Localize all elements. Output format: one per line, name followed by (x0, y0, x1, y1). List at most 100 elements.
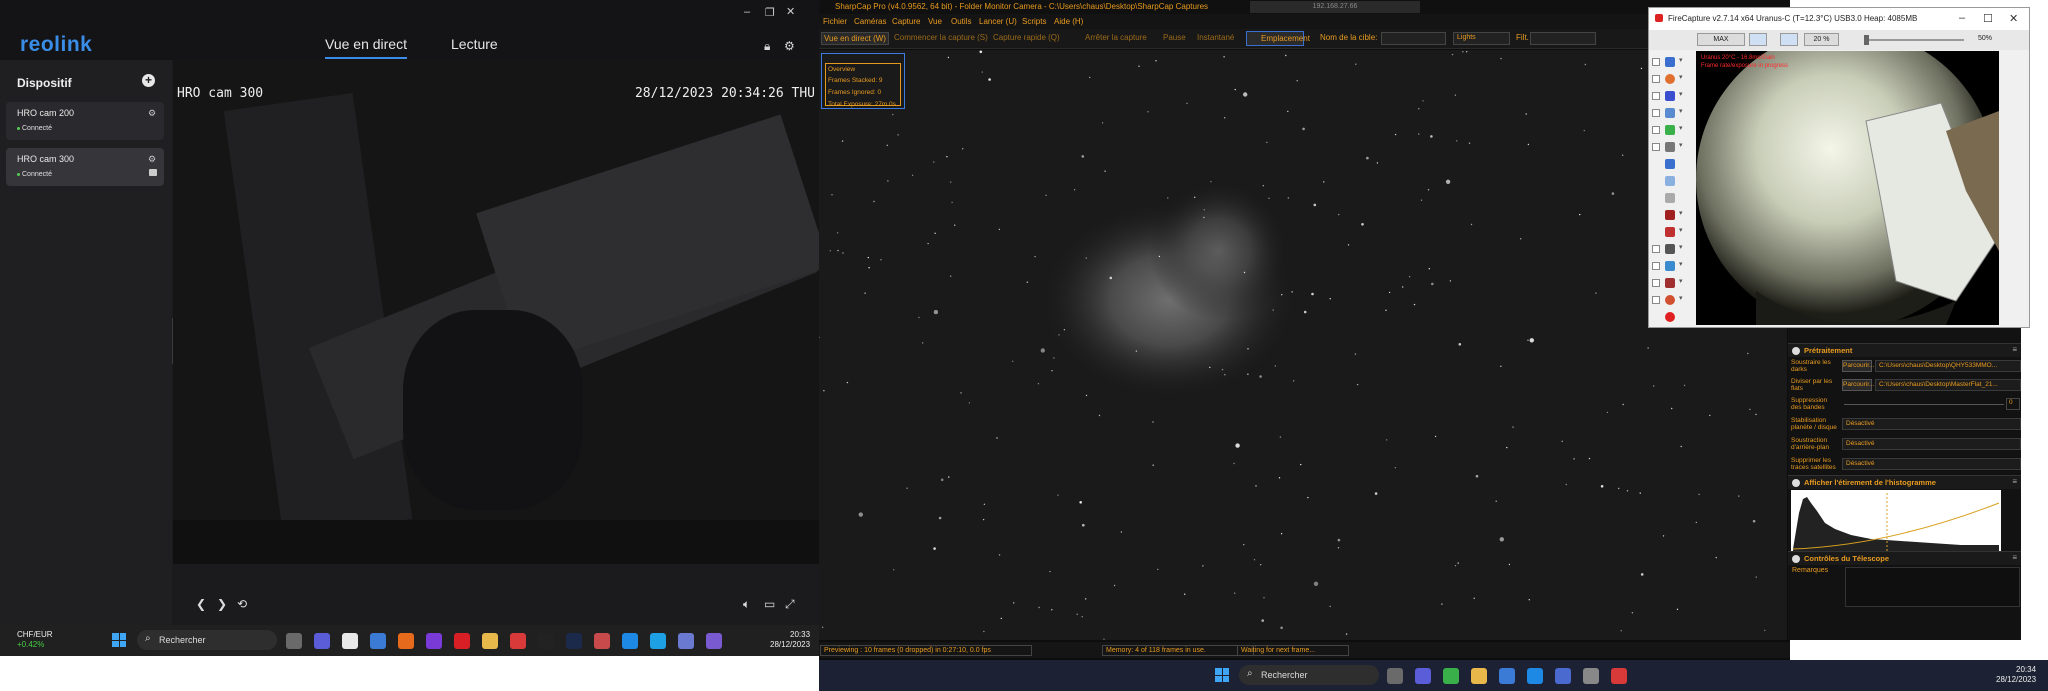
dark-browse-button[interactable]: Parcourir... (1842, 360, 1874, 372)
tool-row[interactable]: ▾ (1651, 260, 1689, 272)
zoom-slider-thumb[interactable] (1864, 35, 1869, 45)
zoom-select[interactable]: 20 % (1804, 33, 1839, 46)
satellite-select[interactable]: Désactivé (1842, 458, 2021, 470)
banding-value[interactable]: 0 (2006, 398, 2020, 410)
search-box[interactable]: ⌕ Rechercher (137, 630, 277, 650)
add-device-icon[interactable]: + (142, 74, 155, 87)
app-icon[interactable] (1555, 668, 1571, 684)
channel-icon[interactable] (149, 169, 157, 176)
snapshot-button[interactable]: Instantané (1197, 33, 1234, 42)
tool-row[interactable]: ▾ (1651, 107, 1689, 119)
quick-capture-button[interactable]: Capture rapide (Q) (993, 33, 1060, 42)
app-icon[interactable] (538, 633, 554, 649)
restore-icon[interactable]: ❐ (765, 6, 775, 19)
tool-row[interactable]: ▾ (1651, 277, 1689, 289)
menu-help[interactable]: Aide (H) (1054, 17, 1083, 26)
gear-icon[interactable]: ⚙ (784, 39, 795, 53)
camera-settings-icon[interactable]: ⚙ (148, 154, 156, 165)
tab-playback[interactable]: Lecture (451, 36, 498, 52)
app-icon[interactable] (426, 633, 442, 649)
file-explorer-icon[interactable] (482, 633, 498, 649)
start-icon[interactable] (1215, 668, 1229, 682)
netflix-icon[interactable] (454, 633, 470, 649)
camera-settings-icon[interactable]: ⚙ (148, 108, 156, 119)
calculator-icon[interactable] (370, 633, 386, 649)
app-icon[interactable] (650, 633, 666, 649)
refresh-icon[interactable]: ⟲ (237, 597, 247, 611)
menu-tools[interactable]: Outils (951, 17, 971, 26)
start-capture-button[interactable]: Commencer la capture (S) (894, 33, 988, 42)
menu-view[interactable]: Vue (928, 17, 942, 26)
camera-item-hro-cam-300[interactable]: HRO cam 300 Connecté ⚙ (6, 148, 164, 186)
prev-icon[interactable]: ❮ (196, 597, 206, 611)
stock-widget[interactable]: CHF/EUR +0.42% (17, 630, 53, 649)
photoshop-icon[interactable] (566, 633, 582, 649)
histogram-header[interactable]: Afficher l'étirement de l'histogramme ≡ (1788, 475, 2021, 489)
tool-row[interactable] (1651, 311, 1689, 323)
stream-quality-icon[interactable]: ▭ (764, 597, 775, 611)
menu-scripts[interactable]: Scripts (1022, 17, 1046, 26)
background-select[interactable]: Désactivé (1842, 438, 2021, 450)
tool-row[interactable] (1651, 158, 1689, 170)
teams-icon[interactable] (314, 633, 330, 649)
next-icon[interactable]: ❯ (217, 597, 227, 611)
edge-icon[interactable] (1527, 668, 1543, 684)
histogram-plot[interactable] (1791, 490, 2001, 554)
menu-icon[interactable]: ≡ (2012, 477, 2017, 486)
firefox-icon[interactable] (398, 633, 414, 649)
close-icon[interactable]: ✕ (786, 5, 795, 18)
notes-input[interactable] (1845, 567, 2020, 607)
fullscreen-icon[interactable]: ⤢ (785, 597, 795, 612)
flat-browse-button[interactable]: Parcourir... (1842, 379, 1874, 391)
telescope-header[interactable]: Contrôles du Télescope ≡ (1788, 551, 2021, 565)
teams-icon[interactable] (1415, 668, 1431, 684)
store-icon[interactable] (1499, 668, 1515, 684)
maximize-icon[interactable]: ☐ (1983, 12, 1993, 25)
tool-row[interactable]: ▾ (1651, 243, 1689, 255)
stop-capture-button[interactable]: Arrêter la capture (1085, 33, 1147, 42)
tool-row[interactable] (1651, 192, 1689, 204)
taskbar-clock[interactable]: 20:34 28/12/2023 (1996, 665, 2036, 685)
flat-path-field[interactable]: C:\Users\chaus\Desktop\MasterFlat_21... (1875, 379, 2021, 391)
app-icon[interactable] (706, 633, 722, 649)
max-button[interactable]: MAX (1697, 33, 1745, 46)
close-icon[interactable]: ✕ (2009, 12, 2018, 25)
start-icon[interactable] (112, 633, 126, 647)
tool-row[interactable]: ▾ (1651, 141, 1689, 153)
minimize-icon[interactable]: – (1959, 12, 1965, 24)
zoom-slider[interactable] (1864, 39, 1964, 41)
menu-capture[interactable]: Capture (892, 17, 920, 26)
app-icon[interactable] (510, 633, 526, 649)
menu-icon[interactable]: ≡ (2012, 553, 2017, 562)
histogram-icon[interactable] (1780, 33, 1798, 46)
banding-slider[interactable] (1844, 404, 2004, 405)
location-button[interactable]: Emplacement (1246, 31, 1310, 46)
search-box[interactable]: ⌕ Rechercher (1239, 665, 1379, 685)
tool-row[interactable]: ▾ (1651, 226, 1689, 238)
tool-row[interactable]: ▾ (1651, 294, 1689, 306)
live-view-button[interactable]: Vue en direct (W) (821, 32, 889, 45)
tool-row[interactable] (1651, 175, 1689, 187)
tool-row[interactable]: ▾ (1651, 73, 1689, 85)
tool-row[interactable]: ▾ (1651, 209, 1689, 221)
app-icon[interactable] (1583, 668, 1599, 684)
tool-row[interactable]: ▾ (1651, 90, 1689, 102)
frame-type-select[interactable]: Lights (1453, 32, 1510, 45)
overview-panel[interactable]: Overview Frames Stacked: 9 Frames Ignore… (821, 53, 905, 109)
dark-path-field[interactable]: C:\Users\chaus\Desktop\QHY533MMO... (1875, 360, 2021, 372)
taskbar-clock[interactable]: 20:33 28/12/2023 (770, 630, 810, 650)
tab-live-view[interactable]: Vue en direct (325, 36, 407, 59)
tool-row[interactable]: ▾ (1651, 56, 1689, 68)
firecapture-scroll-area[interactable] (2002, 51, 2028, 325)
calendar-icon[interactable] (342, 633, 358, 649)
minimize-icon[interactable]: – (744, 6, 750, 18)
app-icon[interactable] (1443, 668, 1459, 684)
pause-button[interactable]: Pause (1163, 33, 1186, 42)
stabilization-select[interactable]: Désactivé (1842, 418, 2021, 430)
menu-icon[interactable]: ≡ (2012, 345, 2017, 354)
menu-run[interactable]: Lancer (U) (979, 17, 1017, 26)
sharpcap-icon[interactable] (594, 633, 610, 649)
allsky-preview[interactable]: Uranus 20°C - 16.8ms/Gain Frame rate/exp… (1696, 51, 1999, 325)
task-view-icon[interactable] (1387, 668, 1403, 684)
menu-cameras[interactable]: Caméras (854, 17, 886, 26)
